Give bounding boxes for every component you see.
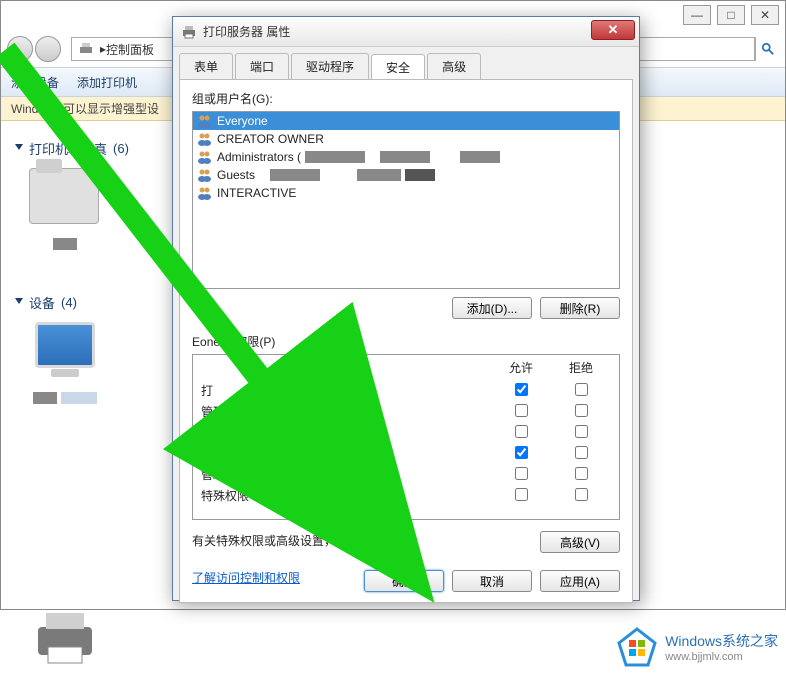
minimize-button[interactable]: — [683,5,711,25]
breadcrumb-item[interactable]: 控制面板 [106,41,154,58]
permission-name: 打 [201,382,491,399]
add-printer-button[interactable]: 添加打印机 [77,74,137,91]
search-icon[interactable] [755,37,779,61]
dialog-titlebar[interactable]: 打印服务器 属性 ✕ [173,17,639,47]
users-icon [197,132,213,146]
tab-security[interactable]: 安全 [371,54,425,80]
permission-row: 打 [193,380,619,401]
deny-checkbox[interactable] [575,488,588,501]
deny-checkbox[interactable] [575,425,588,438]
allow-checkbox[interactable] [515,488,528,501]
user-creator-owner[interactable]: CREATOR OWNER [193,130,619,148]
tab-ports[interactable]: 端口 [235,53,289,79]
window-controls: — □ ✕ [683,5,779,25]
back-button[interactable] [7,36,33,62]
watermark-url: www.bjjmlv.com [665,651,778,663]
close-button[interactable]: ✕ [591,20,635,40]
add-device-button[interactable]: 添加设备 [11,74,59,91]
fax-icon [29,168,99,224]
allow-checkbox[interactable] [515,404,528,417]
user-administrators[interactable]: Administrators ( [193,148,619,166]
permission-row: 管理 机 [193,401,619,422]
printer-icon [30,607,100,667]
user-everyone[interactable]: Everyone [193,112,619,130]
deny-checkbox[interactable] [575,446,588,459]
users-icon [197,168,213,182]
printer-icon [181,24,197,40]
permission-name: 管理 机 [201,403,491,420]
user-interactive[interactable]: INTERACTIVE [193,184,619,202]
device-item[interactable] [15,322,115,420]
printer-icon [78,41,94,57]
maximize-button[interactable]: □ [717,5,745,25]
permission-name: 查看服务 [201,445,491,462]
windows-logo-icon [617,627,657,667]
deny-checkbox[interactable] [575,404,588,417]
permissions-label: Eone 的权限(P) [192,333,620,350]
permission-row: 管理服务器 [193,464,619,485]
permission-name: 特殊权限 [201,487,491,504]
tab-drivers[interactable]: 驱动程序 [291,53,369,79]
group-users-label: 组或用户名(G): [192,90,620,107]
users-icon [197,150,213,164]
close-button[interactable]: ✕ [751,5,779,25]
device-item[interactable] [15,168,115,253]
permission-row: 查看服务 [193,443,619,464]
users-icon [197,114,213,128]
column-allow: 允许 [491,359,551,376]
chevron-down-icon [15,298,23,308]
permission-name: 管理服务器 [201,466,491,483]
advanced-button[interactable]: 高级(V) [540,531,620,553]
monitor-icon [35,322,95,368]
deny-checkbox[interactable] [575,467,588,480]
users-icon [197,186,213,200]
add-user-button[interactable]: 添加(D)... [452,297,532,319]
cancel-button[interactable]: 取消 [452,570,532,592]
tab-advanced[interactable]: 高级 [427,53,481,79]
allow-checkbox[interactable] [515,383,528,396]
permission-name: 管理文 [201,424,491,441]
dialog-title: 打印服务器 属性 [203,23,290,40]
tab-forms[interactable]: 表单 [179,53,233,79]
allow-checkbox[interactable] [515,425,528,438]
forward-button[interactable] [35,36,61,62]
permissions-table: 允许 拒绝 打管理 机管理文查看服务管理服务器特殊权限 [192,354,620,520]
chevron-down-icon [15,144,23,154]
learn-access-control-link[interactable]: 了解访问控制和权限 [192,569,300,586]
watermark: Windows系统之家 www.bjjmlv.com [617,627,778,667]
watermark-brand: Windows [665,633,722,649]
permission-row: 特殊权限 [193,485,619,506]
tab-body-security: 组或用户名(G): Everyone CREATOR OWNER Adminis… [179,79,633,603]
permission-row: 管理文 [193,422,619,443]
allow-checkbox[interactable] [515,446,528,459]
remove-user-button[interactable]: 删除(R) [540,297,620,319]
print-server-properties-dialog: 打印服务器 属性 ✕ 表单 端口 驱动程序 安全 高级 组或用户名(G): Ev… [172,16,640,601]
allow-checkbox[interactable] [515,467,528,480]
deny-checkbox[interactable] [575,383,588,396]
user-list[interactable]: Everyone CREATOR OWNER Administrators ( … [192,111,620,289]
apply-button[interactable]: 应用(A) [540,570,620,592]
ok-button[interactable]: 确定 [364,570,444,592]
user-guests[interactable]: Guests [193,166,619,184]
tabs: 表单 端口 驱动程序 安全 高级 [173,47,639,79]
column-deny: 拒绝 [551,359,611,376]
